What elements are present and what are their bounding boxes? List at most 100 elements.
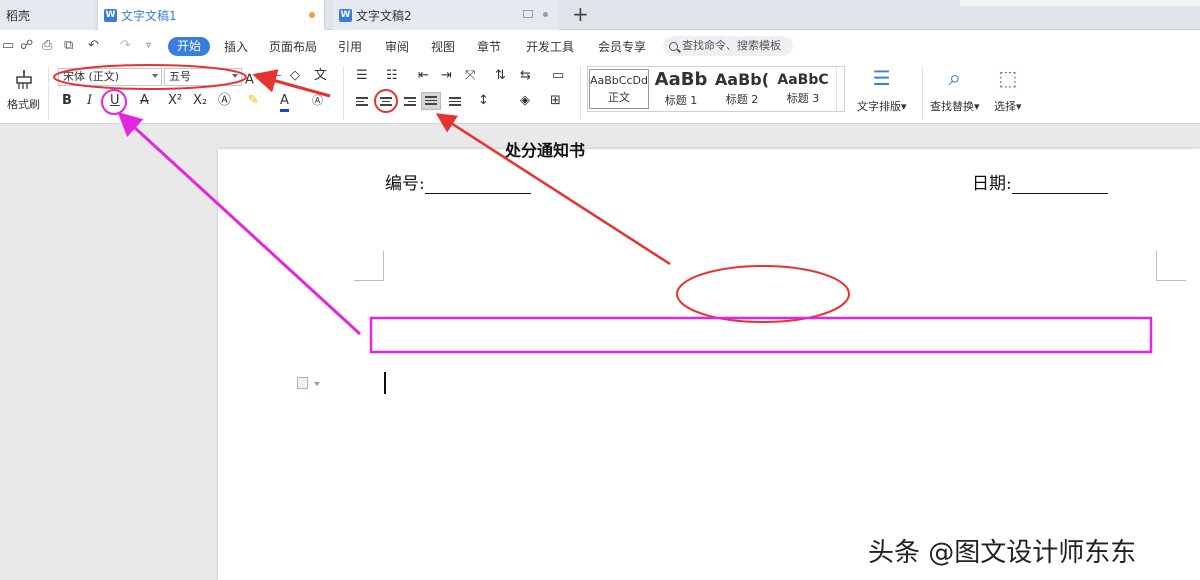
style-normal-sample: AaBbCcDd [590,74,648,87]
font-color-button[interactable]: A [280,93,289,112]
text-layout-label: 文字排版 [857,100,901,113]
tab-document-1-label: 文字文稿1 [121,8,177,23]
command-search-box[interactable]: 查找命令、搜索模板 [663,36,793,56]
print-preview-icon[interactable]: ⧉ [64,38,73,53]
print-icon[interactable]: ⎙ [42,38,52,53]
sort-icon[interactable]: ⇅ [495,68,506,84]
margin-mark-right [1156,251,1186,281]
menu-developer[interactable]: 开发工具 [526,38,574,55]
command-search-placeholder: 查找命令、搜索模板 [682,39,781,52]
close-dot-icon[interactable] [543,12,548,17]
chevron-down-icon [232,74,238,78]
style-gallery-scroll[interactable] [836,67,844,111]
margin-mark-left [354,251,384,281]
phonetic-guide-icon[interactable]: 文 [314,68,327,84]
undo-icon[interactable]: ↶ [88,38,99,53]
decrease-indent-icon[interactable]: ⇤ [418,68,429,84]
menu-page-layout[interactable]: 页面布局 [269,38,317,55]
menu-review[interactable]: 审阅 [385,38,409,55]
shrink-font-icon[interactable]: A− [266,68,282,88]
cloud-icon[interactable]: ☍ [20,38,33,53]
distributed-align-icon[interactable] [449,97,461,107]
align-center-icon[interactable] [380,97,392,107]
tab-home[interactable]: 稻壳 [0,0,95,30]
menu-references[interactable]: 引用 [338,38,362,55]
text-layout-icon: ☰ [872,66,891,90]
unsaved-dot-icon [309,12,315,18]
ribbon-divider [343,66,344,120]
select-cursor-icon: ⬚ [998,66,1018,90]
font-size-value: 五号 [169,70,191,83]
style-normal-caption: 正文 [608,91,630,104]
menu-chapter[interactable]: 章节 [477,38,501,55]
line-spacing-icon[interactable]: ↕ [478,93,489,109]
style-heading-3-sample: AaBbC [777,72,829,88]
tab-home-label: 稻壳 [6,8,31,23]
menu-insert[interactable]: 插入 [224,38,248,55]
select-button[interactable]: ⬚ 选择▾ [994,66,1022,114]
chevron-down-icon [152,74,158,78]
folder-icon[interactable]: ▭ [2,38,14,53]
superscript-button[interactable]: X² [168,93,182,109]
format-painter-label[interactable]: 格式刷 [7,96,40,112]
magnifier-icon: ⌕ [948,66,961,91]
chinese-layout-icon[interactable]: ⤧ [465,68,475,84]
style-normal[interactable]: AaBbCcDd 正文 [589,69,649,109]
document-page[interactable] [218,149,1200,580]
numbered-list-icon[interactable]: ☷ [386,68,398,84]
date-blank [1011,176,1108,194]
menu-member[interactable]: 会员专享 [598,38,646,55]
align-right-icon[interactable] [404,97,416,107]
ribbon-divider [922,66,923,120]
chevron-down-icon[interactable] [314,382,320,386]
borders-icon[interactable]: ⊞ [550,93,561,109]
underline-button[interactable]: U [110,93,120,109]
grow-font-icon[interactable]: A+ [245,68,261,88]
style-heading-1-sample: AaBb [654,69,708,90]
monitor-icon[interactable] [523,10,533,18]
table-borders-icon[interactable]: ▭ [552,68,564,84]
char-border-icon[interactable]: Ⓐ [312,93,323,109]
text-layout-button[interactable]: ☰ 文字排版▾ [857,66,907,114]
clear-format-icon[interactable]: ◇ [290,68,300,84]
show-marks-icon[interactable]: ⇆ [520,68,531,84]
style-heading-1[interactable]: AaBb 标题 1 [651,67,711,111]
date-field[interactable]: 日期: [972,169,1108,194]
find-replace-button[interactable]: ⌕ 查找替换▾ [930,66,980,114]
strikethrough-button[interactable]: A [140,93,149,109]
chevron-down-icon[interactable]: ▿ [146,40,151,51]
highlight-icon[interactable]: ✎ [248,93,259,109]
tab-document-1[interactable]: W 文字文稿1 [97,0,325,30]
menu-view[interactable]: 视图 [431,38,455,55]
paragraph-options-icon[interactable] [297,377,308,389]
date-label: 日期: [972,174,1012,194]
document-title[interactable]: 处分通知书 [505,137,585,161]
font-name-select[interactable]: 宋体 (正文) [58,68,162,86]
search-icon [669,41,678,51]
tab-document-2-label: 文字文稿2 [356,8,412,23]
shading-icon[interactable]: ◈ [520,93,530,109]
ribbon-divider [48,66,49,120]
align-left-icon[interactable] [356,97,368,107]
number-field[interactable]: 编号: [385,169,531,194]
bullet-list-icon[interactable]: ☰ [356,68,368,84]
tab-bar: 稻壳 W 文字文稿1 W 文字文稿2 + [0,0,1200,30]
style-heading-3[interactable]: AaBbC 标题 3 [773,67,833,111]
new-tab-plus-icon[interactable]: + [572,3,589,25]
redo-icon[interactable]: ↷ [120,38,131,53]
style-heading-3-caption: 标题 3 [786,92,820,105]
style-heading-2[interactable]: AaBb( 标题 2 [712,67,772,111]
increase-indent-icon[interactable]: ⇥ [441,68,452,84]
font-size-select[interactable]: 五号 [164,68,242,86]
text-effect-icon[interactable]: Ⓐ [218,93,231,109]
subscript-button[interactable]: X₂ [193,93,207,109]
justify-align-button[interactable] [421,92,441,110]
italic-button[interactable]: I [87,93,92,109]
format-painter-icon[interactable] [14,68,34,90]
select-label: 选择 [994,100,1016,113]
justify-align-icon [425,96,437,106]
number-label: 编号: [385,174,425,194]
menu-home[interactable]: 开始 [168,37,210,56]
tab-document-2[interactable]: W 文字文稿2 [333,0,559,30]
bold-button[interactable]: B [62,93,72,109]
